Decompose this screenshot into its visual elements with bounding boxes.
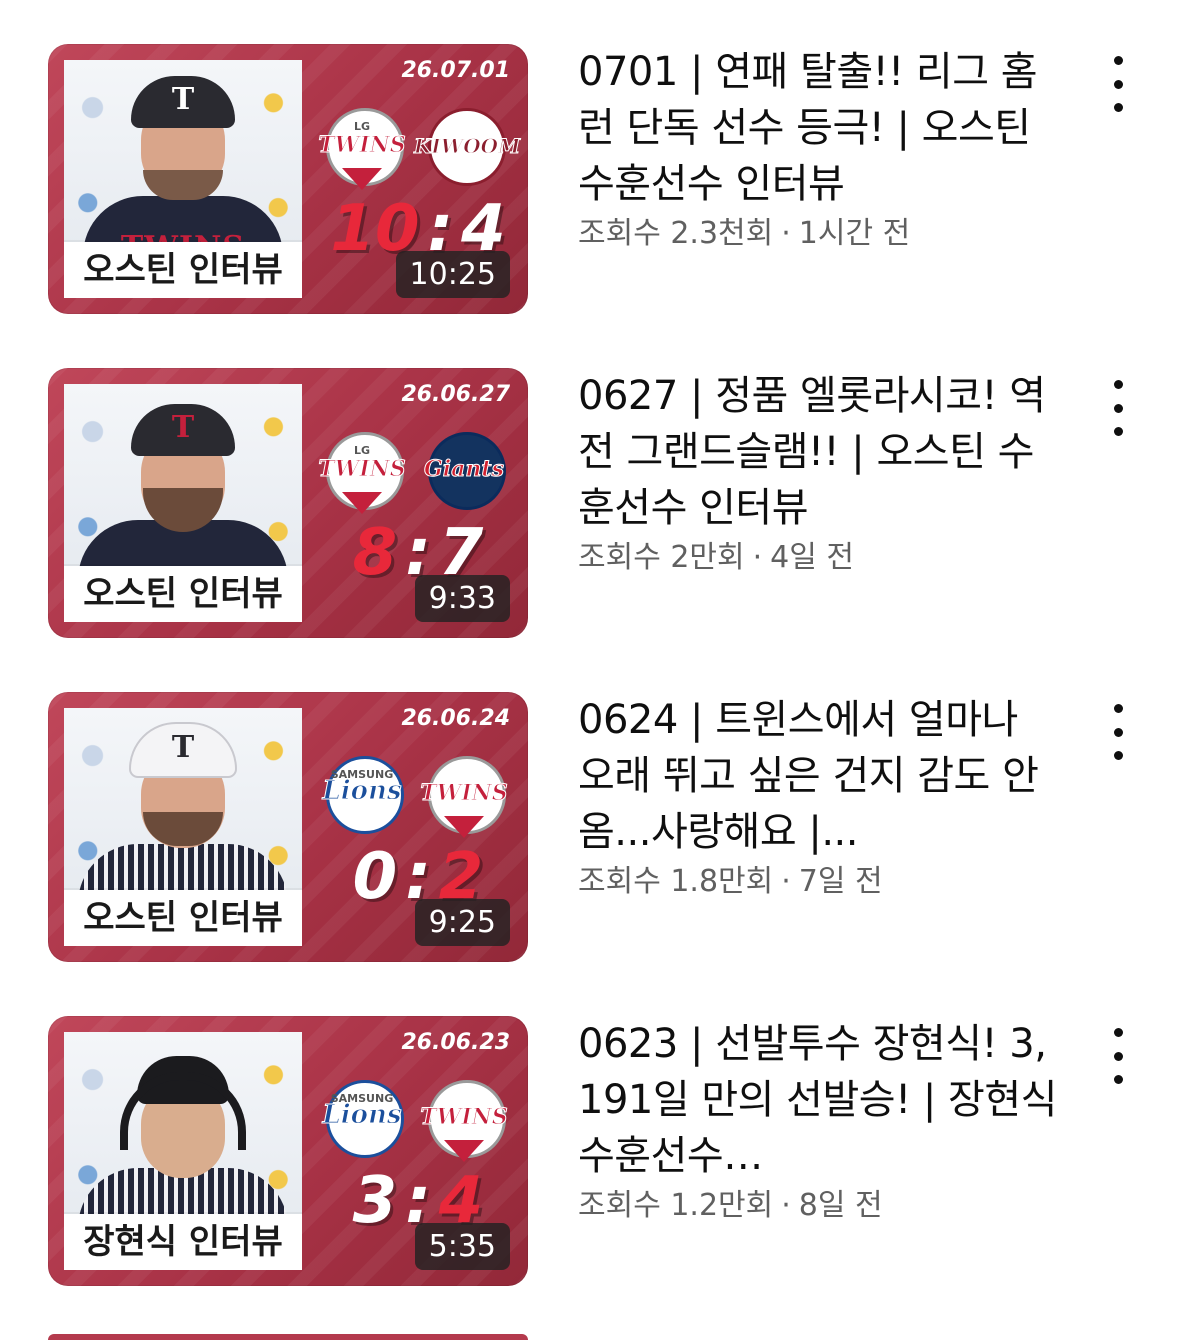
video-thumbnail[interactable]: TWINS T 26.07.01 LG TWINS KIWOOM 10:4 오 <box>48 44 528 314</box>
video-info: 0627 | 정품 엘롯라시코! 역전 그랜드슬램!! | 오스틴 수훈선수 인… <box>578 368 1058 578</box>
video-item[interactable]: T 26.06.24 SAMSUNG Lions TWINS 0:2 오스틴 인… <box>0 692 1179 992</box>
view-count: 조회수 1.8만회 <box>578 864 774 899</box>
video-title[interactable]: 0701 | 연패 탈출!! 리그 홈런 단독 선수 등극! | 오스틴 수훈선… <box>578 44 1058 212</box>
video-info: 0701 | 연패 탈출!! 리그 홈런 단독 선수 등극! | 오스틴 수훈선… <box>578 44 1058 254</box>
thumbnail-caption: 장현식 인터뷰 <box>64 1214 302 1270</box>
thumbnail-caption: 오스틴 인터뷰 <box>64 242 302 298</box>
thumbnail-caption: 오스틴 인터뷰 <box>64 566 302 622</box>
meta-dot: · <box>781 216 791 251</box>
team-logo-lg: TWINS <box>418 750 510 842</box>
duration-badge: 9:33 <box>414 575 510 622</box>
video-title[interactable]: 0624 | 트윈스에서 얼마나 오래 뛰고 싶은 건지 감도 안 옴...사랑… <box>578 692 1058 860</box>
video-thumbnail[interactable]: T 26.06.24 SAMSUNG Lions TWINS 0:2 오스틴 인… <box>48 692 528 962</box>
video-meta: 조회수 2.3천회 · 1시간 전 <box>578 214 1058 254</box>
video-item[interactable]: TWINS T 26.07.01 LG TWINS KIWOOM 10:4 오 <box>0 44 1179 344</box>
upload-age: 8일 전 <box>798 1188 883 1223</box>
video-meta: 조회수 2만회 · 4일 전 <box>578 538 1058 578</box>
meta-dot: · <box>781 864 791 899</box>
cap-logo: T <box>171 410 195 445</box>
date-badge: 26.07.01 <box>401 58 510 83</box>
team-logo-giants: Giants <box>418 426 510 518</box>
team-logo-lions: SAMSUNG Lions <box>316 1074 408 1166</box>
meta-dot: · <box>752 540 763 575</box>
team-logo-lions: SAMSUNG Lions <box>316 750 408 842</box>
cap-logo: T <box>171 82 195 117</box>
more-vert-icon[interactable] <box>1096 54 1140 114</box>
duration-badge: 5:35 <box>414 1223 510 1270</box>
upload-age: 4일 전 <box>770 540 854 575</box>
video-item[interactable]: T 26.06.27 LG TWINS Giants 8:7 오스틴 인터뷰 9… <box>0 368 1179 668</box>
date-badge: 26.06.24 <box>401 706 510 731</box>
video-item[interactable]: 26.06.23 SAMSUNG Lions TWINS 3:4 장현식 인터뷰… <box>0 1016 1179 1316</box>
team-logo-lg: TWINS <box>418 1074 510 1166</box>
more-vert-icon[interactable] <box>1096 702 1140 762</box>
video-thumbnail[interactable]: 26.06.23 SAMSUNG Lions TWINS 3:4 장현식 인터뷰… <box>48 1016 528 1286</box>
duration-badge: 9:25 <box>414 899 510 946</box>
video-list: TWINS T 26.07.01 LG TWINS KIWOOM 10:4 오 <box>0 0 1179 1340</box>
thumbnail-caption: 오스틴 인터뷰 <box>64 890 302 946</box>
duration-badge: 10:25 <box>395 251 510 298</box>
date-badge: 26.06.23 <box>401 1030 510 1055</box>
video-info: 0623 | 선발투수 장현식! 3,191일 만의 선발승! | 장현식 수훈… <box>578 1016 1058 1226</box>
view-count: 조회수 1.2만회 <box>578 1188 774 1223</box>
video-title[interactable]: 0623 | 선발투수 장현식! 3,191일 만의 선발승! | 장현식 수훈… <box>578 1016 1058 1184</box>
team-logo-lg: LG TWINS <box>316 426 408 518</box>
meta-dot: · <box>781 1188 791 1223</box>
video-meta: 조회수 1.8만회 · 7일 전 <box>578 862 1058 902</box>
video-title[interactable]: 0627 | 정품 엘롯라시코! 역전 그랜드슬램!! | 오스틴 수훈선수 인… <box>578 368 1058 536</box>
more-vert-icon[interactable] <box>1096 378 1140 438</box>
team-logo-kiwoom: KIWOOM <box>414 102 521 194</box>
team-logo-lg: LG TWINS <box>316 102 408 194</box>
video-thumbnail[interactable]: T 26.06.27 LG TWINS Giants 8:7 오스틴 인터뷰 9… <box>48 368 528 638</box>
more-vert-icon[interactable] <box>1096 1026 1140 1086</box>
upload-age: 1시간 전 <box>798 216 911 251</box>
cap-logo: T <box>171 730 195 765</box>
view-count: 조회수 2만회 <box>578 540 745 575</box>
video-info: 0624 | 트윈스에서 얼마나 오래 뛰고 싶은 건지 감도 안 옴...사랑… <box>578 692 1058 902</box>
view-count: 조회수 2.3천회 <box>578 216 774 251</box>
date-badge: 26.06.27 <box>401 382 510 407</box>
video-meta: 조회수 1.2만회 · 8일 전 <box>578 1186 1058 1226</box>
upload-age: 7일 전 <box>798 864 883 899</box>
next-video-thumbnail-peek[interactable] <box>48 1334 528 1340</box>
